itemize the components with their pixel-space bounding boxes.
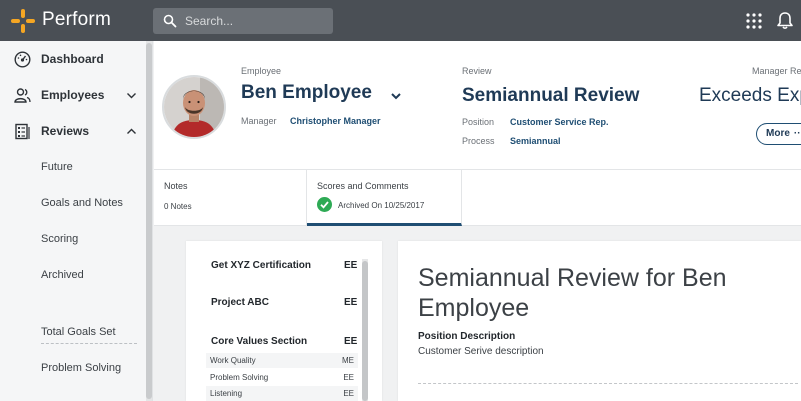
section-score: EE — [344, 336, 358, 347]
position-description-label: Position Description — [418, 331, 516, 342]
core-value-name: Problem Solving — [210, 373, 269, 382]
scores-summary-card: Get XYZ Certification EE Project ABC EE … — [186, 241, 382, 401]
tab-scores-archived-date: Archived On 10/25/2017 — [338, 201, 425, 210]
sidebar-divider — [41, 343, 137, 344]
position-value: Customer Service Rep. — [510, 117, 609, 127]
scrollbar-thumb[interactable] — [146, 43, 152, 399]
chevron-up-icon[interactable] — [126, 126, 137, 137]
sidebar-subitem-archived[interactable]: Archived — [41, 269, 84, 281]
employee-switch-chevron-icon[interactable] — [390, 91, 402, 101]
sidebar-item-reviews[interactable]: Reviews — [0, 116, 145, 146]
top-bar: Perform — [0, 0, 801, 41]
table-row: Listening EE — [206, 386, 358, 401]
core-value-score: EE — [343, 373, 354, 382]
section-name[interactable]: Project ABC — [211, 297, 269, 308]
employee-label: Employee — [241, 66, 282, 76]
tab-notes-title: Notes — [164, 181, 188, 191]
section-score: EE — [344, 297, 358, 308]
sidebar-subitem-future[interactable]: Future — [41, 161, 73, 173]
archived-check-icon — [317, 197, 332, 212]
table-row: Problem Solving EE — [206, 370, 358, 385]
review-tabs: Notes 0 Notes Scores and Comments Archiv… — [154, 170, 801, 226]
tab-notes[interactable]: Notes 0 Notes — [154, 170, 307, 226]
review-title: Semiannual Review — [462, 85, 640, 106]
tab-scores-and-comments[interactable]: Scores and Comments Archived On 10/25/20… — [307, 170, 462, 226]
position-label: Position — [462, 117, 495, 127]
section-name[interactable]: Get XYZ Certification — [211, 260, 311, 271]
manager-label: Manager — [241, 116, 277, 126]
sidebar-subitem-scoring[interactable]: Scoring — [41, 233, 78, 245]
tab-scores-title: Scores and Comments — [317, 181, 409, 191]
sidebar-subitem-goals-and-notes[interactable]: Goals and Notes — [41, 197, 123, 209]
sidebar-item-dashboard[interactable]: Dashboard — [0, 44, 145, 74]
core-value-name: Listening — [210, 389, 243, 398]
more-button[interactable]: More··· — [756, 123, 801, 145]
sidebar-subitem-total-goals-set[interactable]: Total Goals Set — [41, 326, 116, 338]
sidebar-subitem-problem-solving[interactable]: Problem Solving — [41, 362, 121, 374]
section-score: EE — [344, 260, 358, 271]
tab-notes-count: 0 Notes — [164, 202, 192, 211]
sidebar-item-label: Dashboard — [41, 52, 104, 66]
manager-rating: Exceeds Exp — [699, 85, 801, 106]
sidebar-item-label: Reviews — [41, 124, 90, 138]
process-value: Semiannual — [510, 136, 561, 146]
people-icon — [14, 88, 31, 103]
search-input[interactable] — [185, 12, 325, 30]
sidebar-item-employees[interactable]: Employees — [0, 80, 145, 110]
more-button-label: More — [766, 128, 790, 139]
table-row: Work Quality ME — [206, 353, 358, 368]
sidebar: Dashboard Employees Reviews Future Goals… — [0, 41, 153, 401]
apps-grid-icon[interactable] — [746, 13, 762, 29]
section-divider — [418, 383, 798, 384]
chevron-down-icon[interactable] — [126, 90, 137, 101]
core-value-name: Work Quality — [210, 356, 256, 365]
review-label: Review — [462, 66, 492, 76]
perform-logo-icon[interactable] — [10, 8, 36, 34]
scrollbar-thumb[interactable] — [362, 261, 368, 401]
reviews-icon — [15, 123, 30, 140]
sidebar-scrollbar[interactable] — [146, 41, 152, 401]
manager-name-link[interactable]: Christopher Manager — [290, 116, 381, 126]
core-value-score: EE — [343, 389, 354, 398]
check-mark — [320, 201, 329, 209]
notifications-bell-icon[interactable] — [776, 11, 794, 30]
sidebar-item-label: Employees — [41, 88, 105, 102]
core-value-score: ME — [342, 356, 354, 365]
avatar — [162, 75, 226, 139]
app-name[interactable]: Perform — [42, 9, 111, 31]
review-detail-title: Semiannual Review for Ben Employee — [418, 264, 727, 322]
employee-name: Ben Employee — [241, 82, 372, 103]
section-name[interactable]: Core Values Section — [211, 336, 307, 347]
review-header: Employee Ben Employee Manager Christophe… — [154, 41, 801, 170]
review-detail-card: Semiannual Review for Ben Employee Posit… — [398, 241, 801, 401]
position-description-text: Customer Serive description — [418, 346, 544, 357]
scores-card-scrollbar[interactable] — [362, 259, 368, 401]
search-icon — [163, 14, 177, 28]
process-label: Process — [462, 136, 495, 146]
more-dots-icon: ··· — [793, 128, 801, 139]
search-box[interactable] — [153, 8, 333, 34]
dashboard-icon — [14, 51, 31, 68]
employee-photo — [164, 77, 224, 137]
manager-rating-label: Manager Rev — [752, 66, 801, 76]
